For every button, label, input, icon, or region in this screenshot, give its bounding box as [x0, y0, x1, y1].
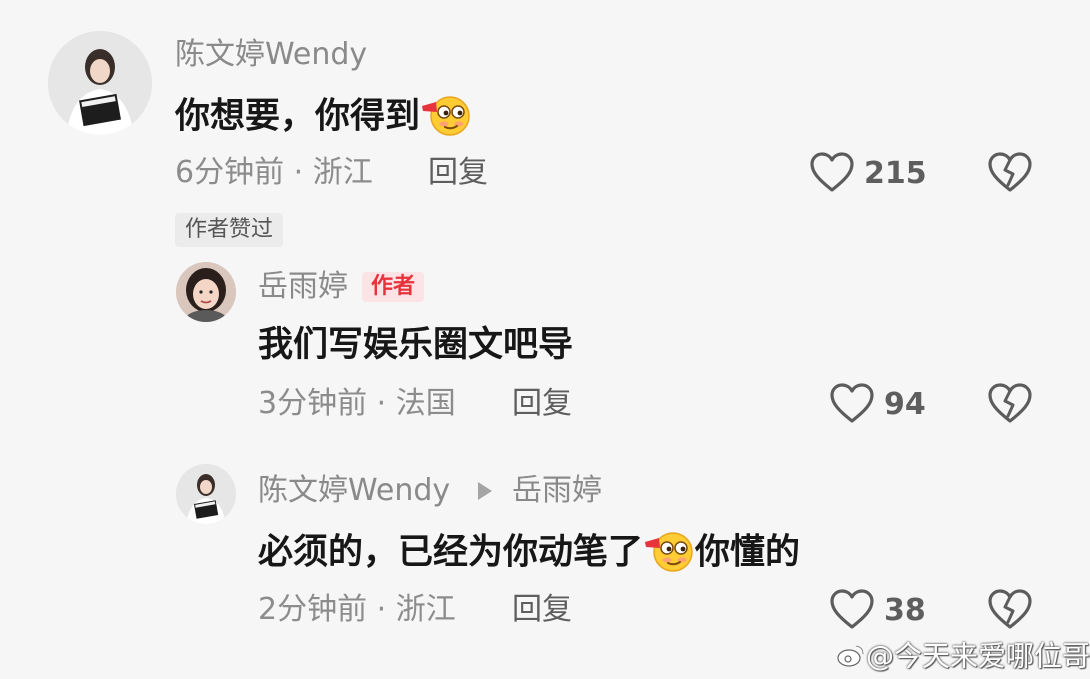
separator-dot: · — [376, 386, 387, 421]
comment-time: 2分钟前 — [258, 592, 368, 627]
separator-dot: · — [293, 155, 304, 190]
separator-dot: · — [376, 592, 387, 627]
author-liked-badge: 作者赞过 — [175, 213, 284, 247]
comment-text: 我们写娱乐圈文吧导 — [258, 325, 574, 365]
avatar[interactable] — [48, 31, 152, 135]
like-count: 38 — [884, 593, 926, 628]
comment-meta: 6分钟前 · 浙江 — [175, 158, 373, 188]
watermark: @今天来爱哪位哥哥 — [836, 642, 1090, 673]
comment-text-content: 你懂的 — [695, 532, 801, 573]
comment-text: 你想要，你得到 — [175, 92, 472, 143]
avatar[interactable] — [176, 262, 236, 322]
comment-text-content: 你想要，你得到 — [175, 96, 421, 137]
comment-location: 浙江 — [395, 592, 456, 627]
author-tag: 作者 — [362, 272, 425, 302]
reply-button[interactable]: 回复 — [512, 389, 572, 419]
comment-location: 法国 — [395, 386, 456, 421]
comment-meta: 2分钟前 · 浙江 — [258, 595, 456, 625]
broken-heart-icon[interactable] — [986, 381, 1034, 429]
smirk-blushing-emoji — [643, 528, 695, 579]
like-count: 215 — [864, 156, 927, 191]
heart-outline-icon[interactable] — [828, 381, 876, 429]
reply-button[interactable]: 回复 — [512, 595, 572, 625]
comment-username[interactable]: 岳雨婷 — [258, 272, 348, 302]
broken-heart-icon[interactable] — [986, 150, 1034, 198]
weibo-icon — [836, 642, 866, 673]
comment-time: 6分钟前 — [175, 155, 285, 190]
reply-to-username[interactable]: 岳雨婷 — [512, 476, 602, 506]
comment-username[interactable]: 陈文婷Wendy — [175, 40, 367, 70]
comment-text-content: 必须的，已经为你动笔了 — [258, 532, 644, 573]
like-count: 94 — [884, 387, 926, 422]
comment-meta: 3分钟前 · 法国 — [258, 389, 456, 419]
reply-button[interactable]: 回复 — [428, 158, 488, 188]
comment-username[interactable]: 陈文婷Wendy — [258, 476, 450, 506]
smirk-blushing-emoji — [420, 92, 472, 143]
avatar[interactable] — [176, 464, 236, 524]
play-arrow-icon — [478, 482, 492, 500]
heart-outline-icon[interactable] — [808, 150, 856, 198]
heart-outline-icon[interactable] — [828, 587, 876, 635]
comment-time: 3分钟前 — [258, 386, 368, 421]
broken-heart-icon[interactable] — [986, 587, 1034, 635]
comment-location: 浙江 — [312, 155, 373, 190]
watermark-text: @今天来爱哪位哥哥 — [866, 639, 1090, 673]
comment-text: 必须的，已经为你动笔了 你懂的 — [258, 528, 800, 579]
